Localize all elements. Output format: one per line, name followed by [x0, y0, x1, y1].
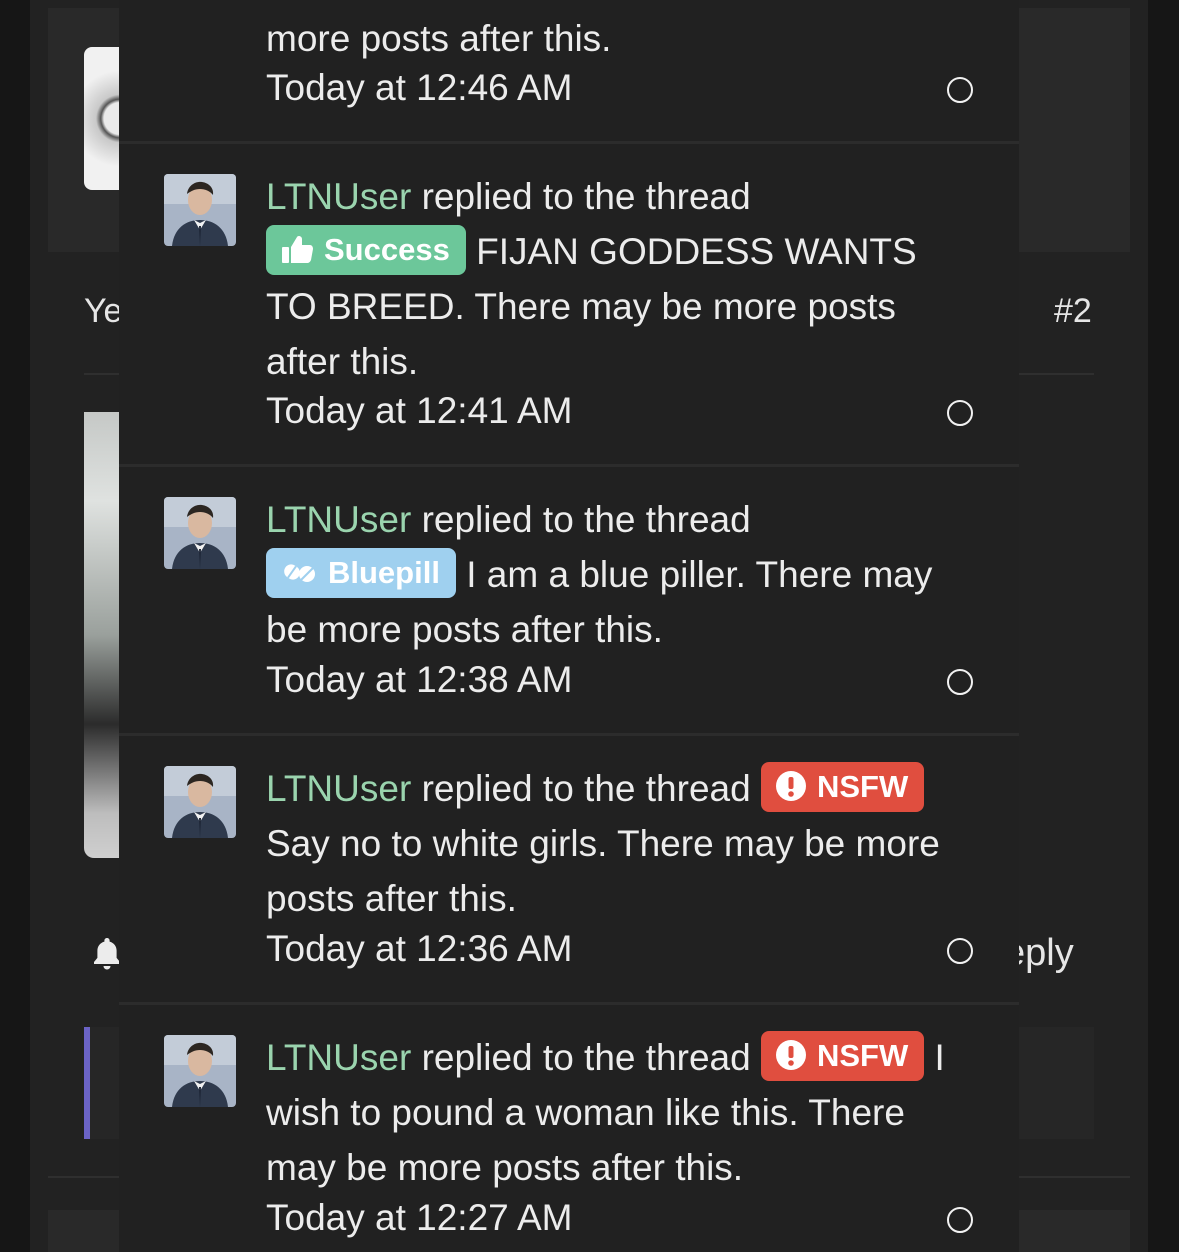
prefix-label-text: NSFW [816, 1038, 909, 1074]
mark-read-toggle[interactable] [947, 938, 973, 964]
alert-item[interactable]: more posts after this. Today at 12:46 AM [119, 0, 1019, 144]
alert-time: Today at 12:36 AM [266, 928, 573, 969]
alerts-dropdown: more posts after this. Today at 12:46 AM [119, 0, 1019, 1252]
alert-text: LTNUser replied to the thread Bluepill I… [266, 492, 976, 657]
alert-text: LTNUser replied to the thread NSFW Say n… [266, 761, 976, 926]
post-number-link[interactable]: #2 [1054, 292, 1092, 331]
alert-action: replied to the thread [421, 1037, 751, 1078]
username-link[interactable]: LTNUser [266, 176, 411, 217]
post-text-fragment: Ye [84, 292, 123, 330]
username-link[interactable]: LTNUser [266, 768, 411, 809]
alert-text: LTNUser replied to the thread Success FI… [266, 169, 976, 389]
bell-icon[interactable] [92, 936, 122, 970]
prefix-label-text: Bluepill [328, 555, 440, 591]
mark-read-toggle[interactable] [947, 1207, 973, 1233]
alert-time: Today at 12:46 AM [266, 67, 573, 108]
alert-text: more posts after this. [266, 11, 976, 66]
alert-item[interactable]: LTNUser replied to the thread Bluepill I… [119, 467, 1019, 736]
avatar[interactable] [164, 497, 236, 569]
username-link[interactable]: LTNUser [266, 499, 411, 540]
pills-icon [284, 564, 315, 583]
username-link[interactable]: LTNUser [266, 1037, 411, 1078]
alert-time: Today at 12:38 AM [266, 659, 573, 700]
avatar[interactable] [164, 174, 236, 246]
prefix-label-text: NSFW [816, 769, 909, 805]
avatar[interactable] [164, 766, 236, 838]
alert-text: LTNUser replied to the thread NSFW I wis… [266, 1030, 976, 1195]
prefix-label-success: Success [266, 225, 466, 276]
prefix-label-bluepill: Bluepill [266, 548, 456, 599]
prefix-label-text: Success [324, 232, 450, 268]
exclamation-circle-icon [775, 1040, 806, 1071]
alert-action: replied to the thread [421, 768, 751, 809]
prefix-label-nsfw: NSFW [760, 762, 925, 813]
alert-action: replied to the thread [421, 176, 751, 217]
avatar[interactable] [164, 1035, 236, 1107]
alert-time: Today at 12:27 AM [266, 1197, 573, 1238]
exclamation-circle-icon [775, 771, 806, 802]
mark-read-toggle[interactable] [947, 669, 973, 695]
thread-title[interactable]: Say no to white girls. There may be more… [266, 823, 940, 919]
alert-time: Today at 12:41 AM [266, 390, 573, 431]
alert-item[interactable]: LTNUser replied to the thread NSFW Say n… [119, 736, 1019, 1005]
mark-read-toggle[interactable] [947, 77, 973, 103]
mark-read-toggle[interactable] [947, 400, 973, 426]
prefix-label-nsfw: NSFW [760, 1031, 925, 1082]
alert-action: replied to the thread [421, 499, 751, 540]
page: Ye #2 eply more posts after this. Today … [0, 0, 1179, 1252]
thread-title[interactable]: more posts after this. [266, 18, 611, 59]
alert-item[interactable]: LTNUser replied to the thread Success FI… [119, 144, 1019, 467]
thumbs-up-icon [282, 235, 313, 264]
alert-item[interactable]: LTNUser replied to the thread NSFW I wis… [119, 1005, 1019, 1252]
